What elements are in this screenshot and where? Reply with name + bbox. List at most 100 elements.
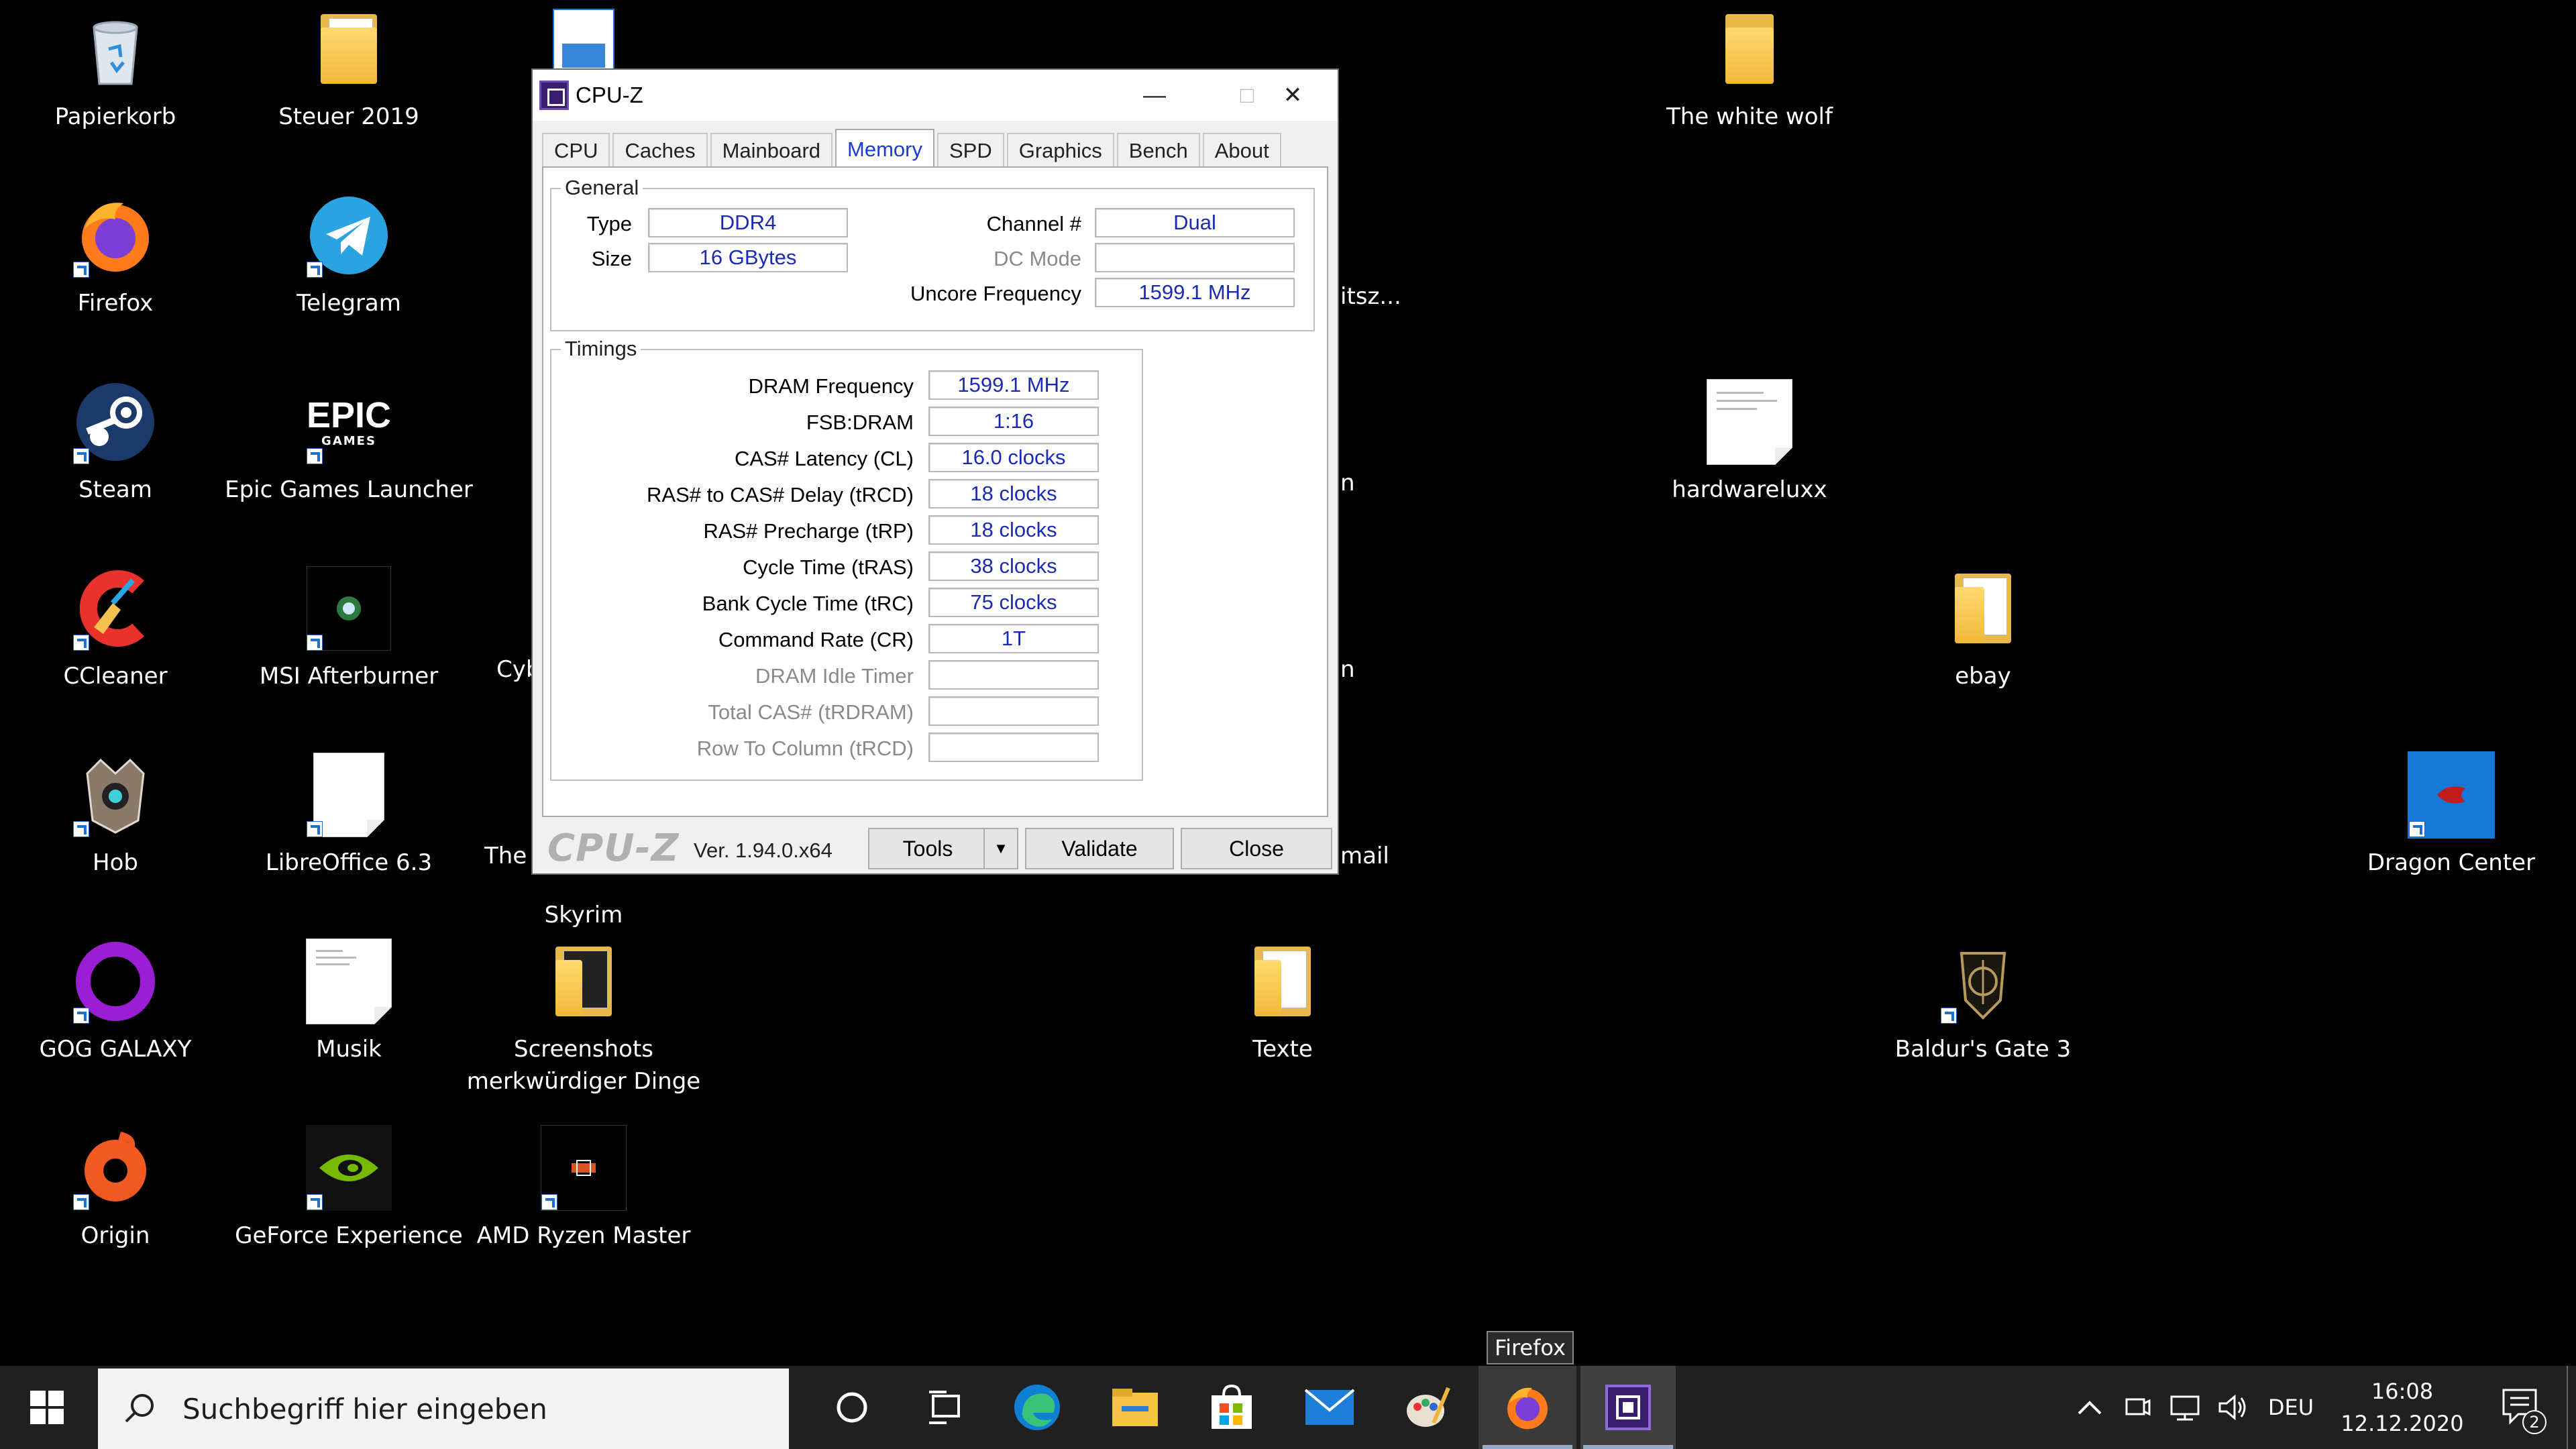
shortcut-arrow-icon: [73, 1008, 89, 1024]
hob-icon: [72, 751, 159, 839]
epic-games-icon: EPIC GAMES: [305, 378, 392, 466]
version-text: Ver. 1.94.0.x64: [694, 839, 833, 862]
tools-button-label: Tools: [902, 836, 953, 861]
minimize-button[interactable]: —: [1108, 70, 1201, 121]
timing-label: Total CAS# (tRDRAM): [708, 700, 914, 724]
desktop-icon-origin[interactable]: Origin: [1, 1124, 229, 1252]
shortcut-arrow-icon: [73, 262, 89, 278]
action-center-button[interactable]: 2: [2482, 1366, 2563, 1449]
desktop-icon-telegram[interactable]: Telegram: [235, 192, 463, 319]
clock-date: 12.12.2020: [2341, 1411, 2464, 1436]
tools-button[interactable]: Tools: [868, 828, 987, 869]
general-group-title: General: [561, 176, 643, 200]
task-view-button[interactable]: [899, 1366, 993, 1449]
desktop-icon-gog[interactable]: GOG GALAXY: [1, 938, 229, 1065]
close-window-button[interactable]: ✕: [1246, 70, 1339, 121]
desktop-icon-texte[interactable]: Texte: [1169, 938, 1397, 1065]
desktop-icon-dragon-center[interactable]: Dragon Center: [2337, 751, 2565, 879]
desktop-icon-geforce[interactable]: GeForce Experience: [235, 1124, 463, 1252]
taskbar-mail[interactable]: [1283, 1366, 1377, 1449]
desktop-icon-ccleaner[interactable]: CCleaner: [1, 565, 229, 692]
paint-icon: [1407, 1387, 1450, 1427]
timing-label: DRAM Frequency: [748, 374, 914, 398]
search-placeholder: Suchbegriff hier eingeben: [182, 1392, 547, 1426]
memory-panel: General Type DDR4 Size 16 GBytes Channel…: [542, 166, 1328, 817]
taskbar-cpuz[interactable]: [1580, 1366, 1676, 1449]
desktop-icon-papierkorb[interactable]: Papierkorb: [1, 5, 229, 133]
timings-group-title: Timings: [561, 337, 641, 361]
timing-value: 1:16: [928, 407, 1099, 436]
timing-label: RAS# Precharge (tRP): [703, 519, 914, 543]
desktop-icon-hardwareluxx[interactable]: hardwareluxx: [1635, 378, 1864, 506]
tab-memory[interactable]: Memory: [835, 129, 934, 169]
tray-meet-now[interactable]: [2113, 1366, 2161, 1449]
desktop-icon-epic-games[interactable]: EPIC GAMES Epic Games Launcher: [225, 378, 473, 506]
channel-label: Channel #: [986, 212, 1081, 235]
shortcut-arrow-icon: [73, 635, 89, 651]
validate-button[interactable]: Validate: [1025, 828, 1174, 869]
taskbar-paint[interactable]: [1381, 1366, 1474, 1449]
window-title: CPU-Z: [576, 83, 643, 107]
desktop-icon-label: MSI Afterburner: [259, 663, 439, 690]
tab-spd[interactable]: SPD: [937, 133, 1004, 168]
search-box[interactable]: Suchbegriff hier eingeben: [98, 1368, 789, 1449]
folder-icon: [1939, 565, 2027, 652]
meet-now-icon: [2125, 1398, 2151, 1416]
tab-bench[interactable]: Bench: [1116, 133, 1200, 168]
taskbar-file-explorer[interactable]: [1088, 1366, 1182, 1449]
libreoffice-icon: [305, 751, 392, 839]
desktop-icon-the-white-wolf[interactable]: The white wolf: [1635, 5, 1864, 133]
desktop-icon-hob[interactable]: Hob: [1, 751, 229, 879]
desktop-icon-amd-ryzen-master[interactable]: AMD Ryzen Master: [470, 1124, 698, 1252]
desktop-icon-baldurs-gate-3[interactable]: Baldur's Gate 3: [1869, 938, 2097, 1065]
taskbar-firefox[interactable]: [1479, 1366, 1576, 1449]
title-bar[interactable]: CPU-Z — □ ✕: [533, 70, 1338, 121]
cpuz-brand-logo: CPU-Z: [547, 826, 680, 870]
desktop-icon-label: Musik: [316, 1036, 382, 1063]
channel-value: Dual: [1095, 208, 1295, 237]
tab-cpu[interactable]: CPU: [542, 133, 610, 168]
tray-network[interactable]: [2161, 1366, 2208, 1449]
taskbar-store[interactable]: [1185, 1366, 1279, 1449]
desktop-icon-label: Dragon Center: [2367, 849, 2536, 876]
windows-logo-icon: [30, 1391, 64, 1424]
tray-volume[interactable]: [2210, 1366, 2257, 1449]
desktop-icon-firefox[interactable]: Firefox: [1, 192, 229, 319]
timing-label: Command Rate (CR): [718, 628, 914, 651]
baldurs-gate-icon: [1939, 938, 2027, 1025]
store-icon: [1212, 1384, 1252, 1429]
desktop-icon-musik[interactable]: Musik: [235, 938, 463, 1065]
tab-caches[interactable]: Caches: [612, 133, 708, 168]
tray-language[interactable]: DEU: [2259, 1366, 2322, 1449]
tab-about[interactable]: About: [1202, 133, 1281, 168]
cpuz-window[interactable]: CPU-Z — □ ✕ CPU Caches Mainboard Memory …: [531, 68, 1339, 875]
show-desktop-button[interactable]: [2567, 1366, 2576, 1449]
cortana-button[interactable]: [805, 1366, 899, 1449]
desktop-icon-label: hardwareluxx: [1672, 476, 1827, 503]
desktop-icon-ebay[interactable]: ebay: [1869, 565, 2097, 692]
desktop-icon-label: The white wolf: [1666, 103, 1833, 130]
tab-graphics[interactable]: Graphics: [1006, 133, 1114, 168]
tray-clock[interactable]: 16:08 12.12.2020: [2325, 1366, 2479, 1449]
start-button[interactable]: [0, 1366, 94, 1449]
firefox-icon: [72, 192, 159, 279]
folder-icon: [540, 938, 627, 1025]
desktop-icon-libreoffice[interactable]: LibreOffice 6.3: [235, 751, 463, 879]
timing-value: 38 clocks: [928, 551, 1099, 581]
desktop-icon-steam[interactable]: Steam: [1, 378, 229, 506]
desktop-icon-steuer-2019[interactable]: Steuer 2019: [235, 5, 463, 133]
desktop-icon-label: Epic Games Launcher: [225, 476, 473, 503]
show-hidden-icons-button[interactable]: [2066, 1366, 2113, 1449]
steam-icon: [72, 378, 159, 466]
shortcut-arrow-icon: [2409, 821, 2425, 837]
msi-afterburner-icon: [305, 565, 392, 652]
desktop-label-partial: The: [484, 843, 527, 869]
close-button[interactable]: Close: [1181, 828, 1332, 869]
tools-dropdown-button[interactable]: ▼: [983, 828, 1018, 869]
desktop-icon-screenshots[interactable]: Screenshots merkwürdiger Dinge: [467, 938, 700, 1097]
tab-mainboard[interactable]: Mainboard: [710, 133, 833, 168]
desktop-icon-msi-afterburner[interactable]: MSI Afterburner: [235, 565, 463, 692]
desktop-icon-label: Baldur's Gate 3: [1894, 1036, 2072, 1063]
shortcut-arrow-icon: [1941, 1008, 1957, 1024]
taskbar-edge[interactable]: [990, 1366, 1084, 1449]
